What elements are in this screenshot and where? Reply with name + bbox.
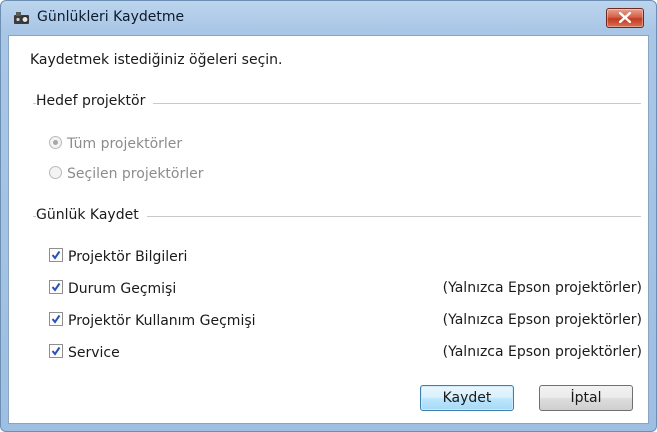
title-bar[interactable]: Günlükleri Kaydetme [1, 1, 656, 35]
radio-button [49, 136, 62, 149]
instruction-text: Kaydetmek istediğiniz öğeleri seçin. [30, 52, 283, 68]
target-group-label: Hedef projektör [36, 93, 154, 109]
epson-only-note: (Yalnızca Epson projektörler) [442, 280, 642, 296]
checkbox-service[interactable]: Service [49, 344, 120, 361]
checkbox-label: Durum Geçmişi [68, 281, 177, 297]
epson-only-note: (Yalnızca Epson projektörler) [442, 312, 642, 328]
checkbox-status-history[interactable]: Durum Geçmişi [49, 280, 176, 297]
check-icon [51, 314, 61, 324]
close-button[interactable] [606, 8, 644, 28]
radio-label: Tüm projektörler [67, 136, 183, 152]
checkbox[interactable] [49, 280, 63, 294]
checkbox[interactable] [49, 312, 63, 326]
check-icon [51, 282, 61, 292]
save-button[interactable]: Kaydet [420, 385, 514, 411]
window-title: Günlükleri Kaydetme [37, 9, 185, 25]
dialog-window: Günlükleri Kaydetme Kaydetmek istediğini… [0, 0, 657, 432]
radio-button [49, 166, 62, 179]
check-icon [51, 346, 61, 356]
check-icon [51, 250, 61, 260]
cancel-button[interactable]: İptal [539, 385, 633, 411]
checkbox[interactable] [49, 344, 63, 358]
close-icon [619, 12, 631, 23]
projector-icon [13, 10, 31, 26]
radio-all-projectors: Tüm projektörler [49, 136, 182, 152]
checkbox-label: Projektör Bilgileri [68, 249, 188, 265]
radio-selected-projectors: Seçilen projektörler [49, 166, 204, 182]
checkbox-label: Projektör Kullanım Geçmişi [68, 313, 256, 329]
radio-label: Seçilen projektörler [67, 166, 204, 182]
checkbox-usage-history[interactable]: Projektör Kullanım Geçmişi [49, 312, 256, 329]
log-group-label: Günlük Kaydet [36, 207, 147, 223]
checkbox[interactable] [49, 248, 63, 262]
checkbox-projector-info[interactable]: Projektör Bilgileri [49, 248, 187, 265]
epson-only-note: (Yalnızca Epson projektörler) [442, 344, 642, 360]
checkbox-label: Service [68, 345, 120, 361]
dialog-body: Kaydetmek istediğiniz öğeleri seçin. Hed… [8, 35, 649, 424]
